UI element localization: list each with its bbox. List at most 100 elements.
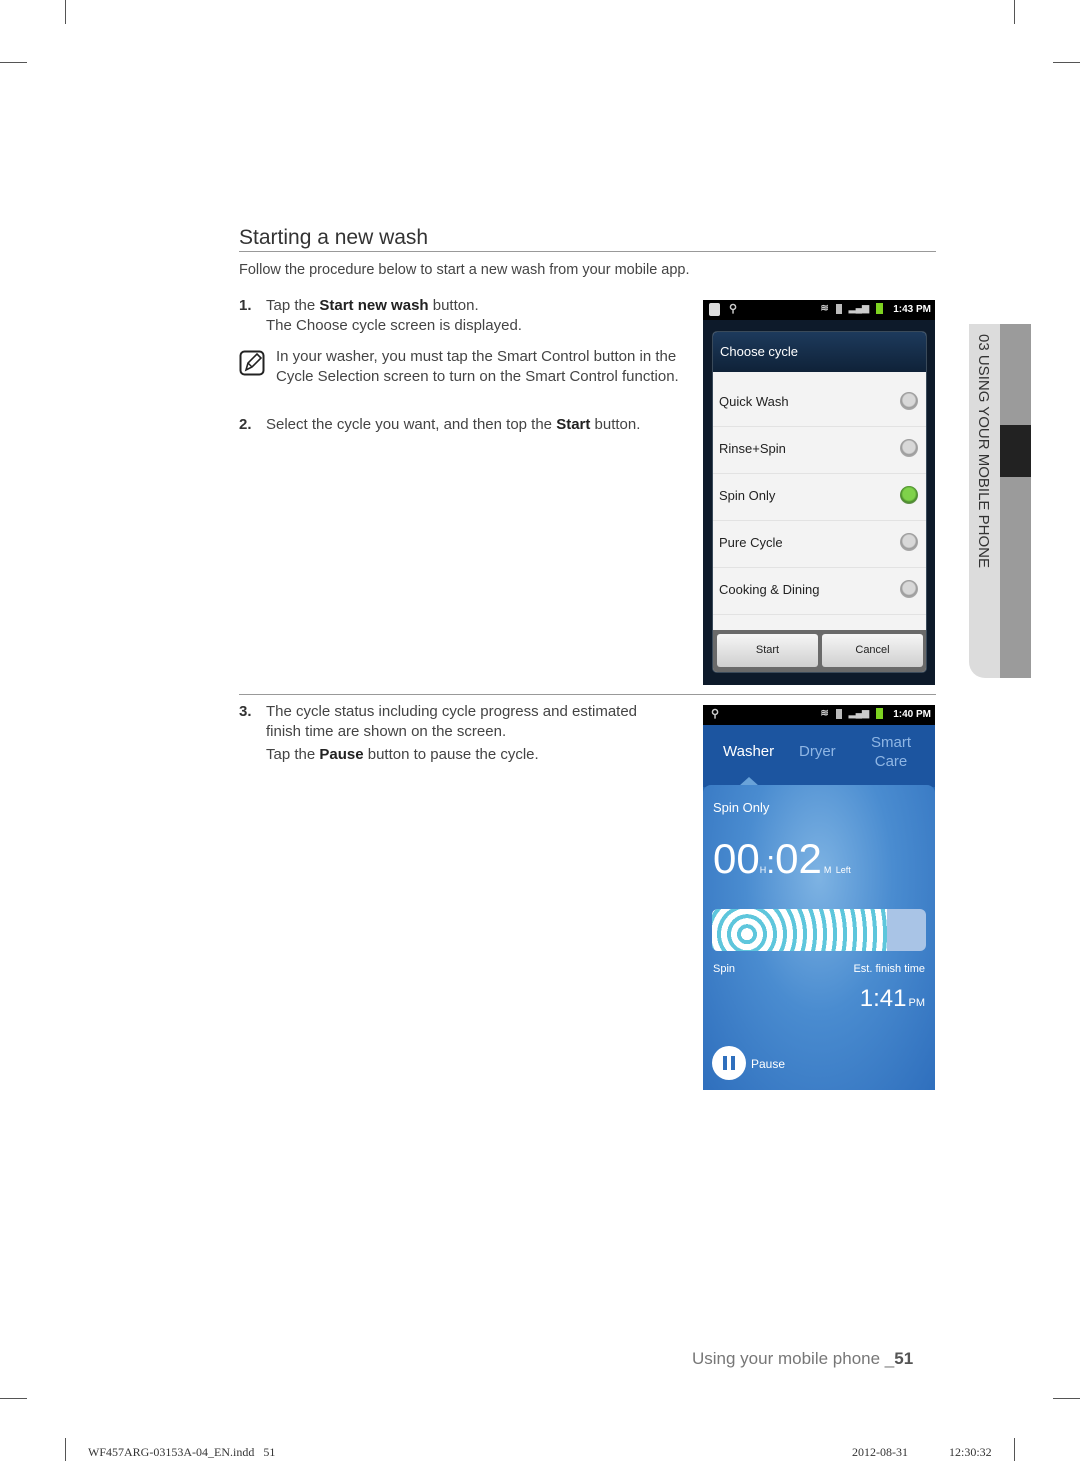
step-text: finish time are shown on the screen. [266, 723, 507, 740]
finish-time-value: 1:41 [859, 985, 907, 1012]
step-bold: Start [556, 416, 591, 433]
step-1: 1. Tap the Start new wash button. The Ch… [239, 296, 689, 336]
page-footer: Using your mobile phone _51 [692, 1349, 913, 1369]
battery-icon [876, 708, 883, 719]
step-number: 1. [239, 297, 252, 314]
tab-dryer[interactable]: Dryer [799, 743, 836, 760]
section-title: Starting a new wash [239, 226, 429, 249]
radio-button[interactable] [900, 439, 918, 457]
progress-fill [712, 909, 888, 951]
cycle-status-screenshot: ⚲ ≋ ▂▄▆ 1:40 PM Washer Dryer Smart Care … [703, 705, 935, 1090]
phase-label: Spin [713, 963, 736, 975]
step-bold: Start new wash [319, 297, 429, 314]
appliance-tabs: Washer Dryer Smart Care [703, 725, 935, 787]
pause-icon [731, 1056, 735, 1070]
title-divider [239, 251, 936, 252]
radio-button-selected[interactable] [900, 486, 918, 504]
step-text: button. [428, 297, 479, 314]
step-text: Tap the [266, 746, 320, 763]
status-bar: ⚲ ≋ ▂▄▆ 1:40 PM [703, 705, 935, 725]
cycle-progress-bar [712, 909, 926, 951]
radio-button[interactable] [900, 392, 918, 410]
signal-icon: ▂▄▆ [848, 303, 869, 313]
cycle-label: Spin Only [719, 488, 776, 503]
crop-mark [65, 1438, 66, 1461]
step-text: Select the cycle you want, and then top … [266, 416, 557, 433]
note-pencil-icon [239, 350, 265, 376]
cycle-option-pure-cycle[interactable]: Pure Cycle [713, 521, 926, 568]
usb-icon: ⚲ [729, 303, 738, 315]
crop-mark [1014, 0, 1015, 24]
finish-time: 1:41 PM [860, 985, 925, 1013]
washer-app-icon [709, 303, 720, 316]
dialog-title: Choose cycle [713, 332, 926, 372]
step-number: 2. [239, 416, 252, 433]
dialog-button-bar: Start Cancel [713, 630, 926, 672]
cycle-label: Quick Wash [719, 394, 789, 409]
colon: : [766, 844, 776, 880]
hours-value: 00 [713, 835, 760, 882]
step-text: button. [590, 416, 641, 433]
finish-ampm: PM [908, 997, 926, 1009]
page-number: 51 [894, 1349, 914, 1368]
cycle-label: Pure Cycle [719, 535, 783, 550]
crop-mark [1014, 1438, 1015, 1461]
time-remaining: 00H:02 M Left [713, 835, 851, 883]
note-text: In your washer, you must tap the Smart C… [276, 348, 679, 385]
sim-icon [835, 303, 842, 314]
footer-label: Using your mobile phone _ [692, 1349, 895, 1368]
cycle-option-spin-only[interactable]: Spin Only [713, 474, 926, 521]
est-finish-label: Est. finish time [853, 963, 925, 975]
step-text: Tap the [266, 297, 320, 314]
cycle-label: Rinse+Spin [719, 441, 786, 456]
chapter-title: 03 USING YOUR MOBILE PHONE [975, 334, 992, 568]
start-button[interactable]: Start [717, 634, 818, 667]
usb-icon: ⚲ [711, 708, 720, 720]
slug-time: 12:30:32 [949, 1445, 992, 1459]
tab-washer[interactable]: Washer [723, 743, 774, 760]
step-number: 3. [239, 703, 252, 720]
battery-icon [876, 303, 883, 314]
status-panel: Spin Only 00H:02 M Left Spin Est. finish … [703, 785, 935, 1090]
step-text: The cycle status including cycle progres… [266, 703, 638, 720]
pause-button[interactable] [712, 1046, 746, 1080]
sim-icon [835, 708, 842, 719]
cycle-name: Spin Only [713, 800, 770, 815]
choose-cycle-dialog: Choose cycle Quick Wash Rinse+Spin Spin … [713, 332, 926, 672]
status-time: 1:40 PM [893, 709, 931, 720]
chapter-tab-marker [1000, 425, 1031, 477]
step-text: button to pause the cycle. [363, 746, 539, 763]
cycle-option-quick-wash[interactable]: Quick Wash [713, 380, 926, 427]
crop-mark [1053, 1398, 1080, 1399]
slug-date: 2012-08-31 [852, 1445, 908, 1459]
status-time: 1:43 PM [893, 304, 931, 315]
pause-icon [723, 1056, 727, 1070]
chapter-tab-bar [1000, 324, 1031, 678]
radio-button[interactable] [900, 580, 918, 598]
cancel-button[interactable]: Cancel [822, 634, 923, 667]
left-label: Left [835, 865, 851, 875]
wifi-icon: ≋ [820, 303, 829, 314]
radio-button[interactable] [900, 533, 918, 551]
status-bar: ⚲ ≋ ▂▄▆ 1:43 PM [703, 300, 935, 320]
crop-mark [1053, 62, 1080, 63]
tab-smart-care[interactable]: Smart Care [866, 733, 916, 771]
step-bold: Pause [319, 746, 364, 763]
slug-filename: WF457ARG-03153A-04_EN.indd 51 [88, 1445, 276, 1459]
cycle-option-cooking-dining[interactable]: Cooking & Dining [713, 568, 926, 615]
minutes-value: 02 [775, 835, 822, 882]
step-2: 2. Select the cycle you want, and then t… [239, 415, 689, 435]
step-3: 3. The cycle status including cycle prog… [239, 702, 689, 765]
intro-text: Follow the procedure below to start a ne… [239, 262, 690, 278]
cycle-option-rinse-spin[interactable]: Rinse+Spin [713, 427, 926, 474]
crop-mark [0, 62, 27, 63]
crop-mark [0, 1398, 27, 1399]
minutes-unit: M [823, 865, 832, 875]
section-divider [239, 694, 936, 695]
wifi-icon: ≋ [820, 708, 829, 719]
step-subtext: The Choose cycle screen is displayed. [266, 317, 522, 334]
signal-icon: ▂▄▆ [848, 708, 869, 718]
crop-mark [65, 0, 66, 24]
cycle-label: Cooking & Dining [719, 582, 820, 597]
pause-label[interactable]: Pause [751, 1057, 785, 1071]
